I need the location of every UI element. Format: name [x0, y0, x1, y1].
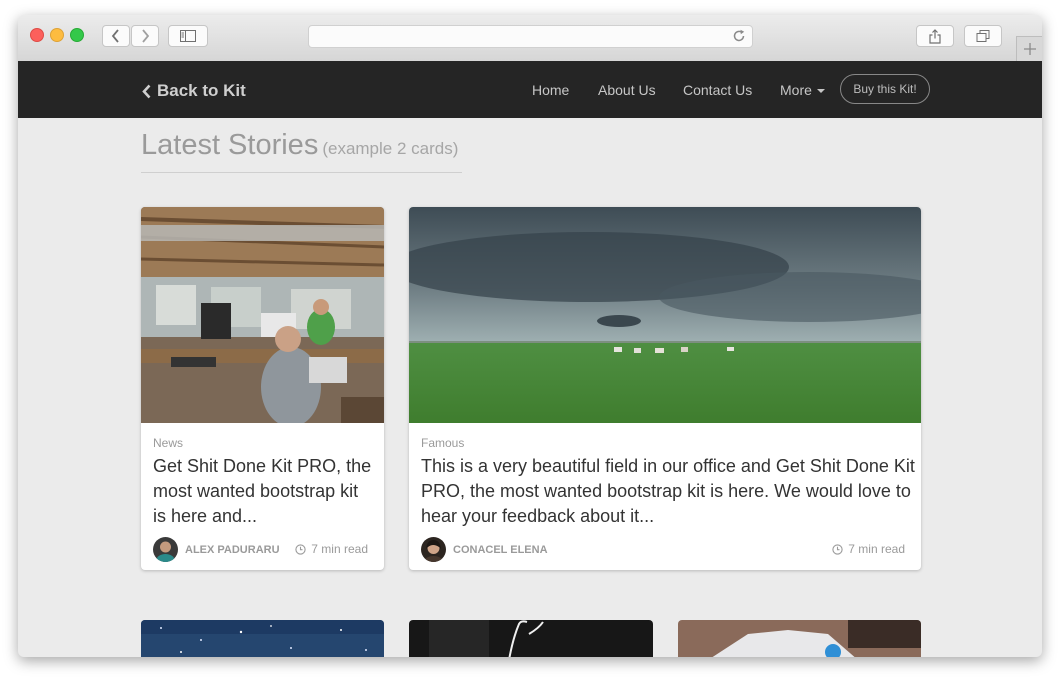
author-name: CONACEL ELENA: [453, 543, 548, 556]
section-subtitle: (example 2 cards): [322, 139, 459, 158]
sidebar-toggle-button[interactable]: [168, 25, 208, 47]
browser-window: Back to Kit Home About Us Contact Us Mor…: [18, 15, 1042, 657]
share-button[interactable]: [916, 25, 954, 47]
read-time-label: 7 min read: [311, 542, 368, 556]
avatar: [421, 537, 446, 562]
story-card[interactable]: News Get Shit Done Kit PRO, the most wan…: [141, 207, 384, 570]
buy-kit-button[interactable]: Buy this Kit!: [840, 74, 930, 104]
chevron-right-icon: [142, 29, 150, 43]
address-bar[interactable]: [308, 25, 753, 48]
card-title[interactable]: Get Shit Done Kit PRO, the most wanted b…: [153, 454, 375, 529]
nav-more-dropdown[interactable]: More: [780, 82, 825, 98]
clock-icon: [832, 543, 843, 555]
browser-toolbar: [18, 15, 1042, 62]
nav-more-label: More: [780, 82, 812, 98]
card-image-field: [409, 207, 921, 423]
story-card-image-neon[interactable]: [409, 620, 653, 657]
chevron-left-icon: [111, 29, 119, 43]
share-icon: [929, 28, 941, 44]
story-card-image-tshirt[interactable]: [678, 620, 921, 657]
read-time: 7 min read: [295, 542, 368, 556]
section-title: Latest Stories: [141, 129, 319, 161]
plus-icon: [1023, 43, 1036, 55]
browser-back-button[interactable]: [102, 25, 130, 47]
chevron-left-icon: [142, 84, 151, 98]
card-author[interactable]: ALEX PADURARU: [153, 537, 280, 562]
story-card-image-stars[interactable]: [141, 620, 384, 657]
card-category: Famous: [421, 436, 465, 450]
back-to-kit-label: Back to Kit: [157, 81, 246, 100]
story-card[interactable]: Famous This is a very beautiful field in…: [409, 207, 921, 570]
card-image-office: [141, 207, 384, 423]
reload-icon[interactable]: [732, 29, 746, 48]
avatar: [153, 537, 178, 562]
nav-contact-us[interactable]: Contact Us: [683, 82, 752, 98]
tabs-overview-button[interactable]: [964, 25, 1002, 47]
new-tab-button[interactable]: [1016, 36, 1042, 61]
read-time-label: 7 min read: [848, 542, 905, 556]
browser-forward-button[interactable]: [131, 25, 159, 47]
tabs-icon: [976, 29, 990, 42]
site-navbar: Back to Kit Home About Us Contact Us Mor…: [18, 61, 1042, 118]
section-heading: Latest Stories (example 2 cards): [141, 129, 462, 173]
card-title[interactable]: This is a very beautiful field in our of…: [421, 454, 915, 529]
back-to-kit-link[interactable]: Back to Kit: [142, 81, 246, 101]
clock-icon: [295, 543, 306, 555]
sidebar-icon: [180, 30, 196, 42]
zoom-window-button[interactable]: [70, 28, 84, 42]
card-author[interactable]: CONACEL ELENA: [421, 537, 548, 562]
close-window-button[interactable]: [30, 28, 44, 42]
minimize-window-button[interactable]: [50, 28, 64, 42]
caret-down-icon: [816, 89, 825, 94]
nav-about-us[interactable]: About Us: [598, 82, 656, 98]
nav-home[interactable]: Home: [532, 82, 569, 98]
author-name: ALEX PADURARU: [185, 543, 280, 556]
card-category: News: [153, 436, 184, 450]
read-time: 7 min read: [832, 542, 905, 556]
